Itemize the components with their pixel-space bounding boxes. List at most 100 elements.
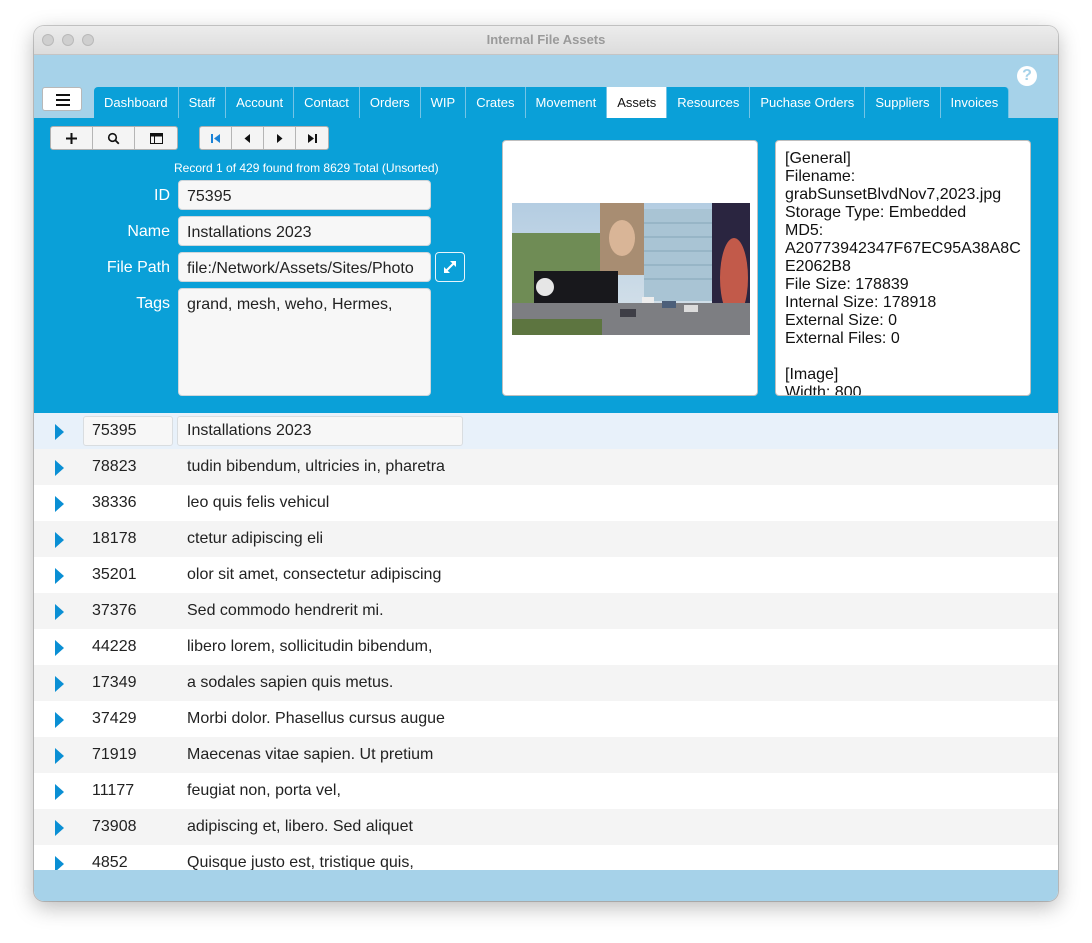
tab-staff[interactable]: Staff [178,87,227,118]
list-row[interactable]: 44228 libero lorem, sollicitudin bibendum… [34,629,1058,665]
row-name: leo quis felis vehicul [187,494,330,511]
tab-assets[interactable]: Assets [607,87,668,118]
list-row[interactable]: 37429 Morbi dolor. Phasellus cursus augue [34,701,1058,737]
file-info-line: External Size: 0 [785,312,898,329]
plus-icon [66,132,77,144]
file-path-field[interactable]: file:/Network/Assets/Sites/Photo [178,252,431,282]
find-button[interactable] [93,127,135,149]
list-row[interactable]: 18178 ctetur adipiscing eli [34,521,1058,557]
tab-orders[interactable]: Orders [359,87,421,118]
asset-photo [512,203,750,335]
file-info-line: [General] [785,150,851,167]
list-row[interactable]: 75395 Installations 2023 [34,413,1058,449]
row-go-arrow-icon[interactable] [55,604,64,620]
app-window: Internal File Assets Dashboard Staff Accou… [34,26,1058,901]
table-view-button[interactable] [135,127,177,149]
help-icon[interactable]: ? [1017,66,1037,86]
row-name: libero lorem, sollicitudin bibendum, [187,638,433,655]
tab-suppliers[interactable]: Suppliers [865,87,941,118]
record-count: Record 1 of 429 found from 8629 Total (U… [174,161,439,175]
row-go-arrow-icon[interactable] [55,820,64,836]
file-info-line: [Image] [785,366,839,383]
window-title: Internal File Assets [486,32,606,47]
row-id: 71919 [92,746,137,763]
file-info-line: grabSunsetBlvdNov7,2023.jpg [785,186,1002,203]
open-file-path-button[interactable] [435,252,465,282]
tab-crates[interactable]: Crates [466,87,526,118]
row-go-arrow-icon[interactable] [55,496,64,512]
photo-thumbnail [512,203,750,335]
next-record-button[interactable] [264,127,296,149]
tab-wip[interactable]: WIP [420,87,467,118]
row-id: 73908 [92,818,137,835]
row-go-arrow-icon[interactable] [55,712,64,728]
row-go-arrow-icon[interactable] [55,856,64,870]
table-view-icon [149,132,163,144]
first-record-button[interactable] [200,127,232,149]
tab-contact[interactable]: Contact [294,87,360,118]
file-info-line: Width: 800 [785,384,862,396]
previous-record-icon [244,133,250,143]
file-info-line: A20773942347F67EC95A38A8CE2062B8 [785,240,1021,275]
tags-field[interactable]: grand, mesh, weho, Hermes, [178,288,431,396]
list-row[interactable]: 11177 feugiat non, porta vel, [34,773,1058,809]
tab-dashboard[interactable]: Dashboard [94,87,179,118]
row-go-arrow-icon[interactable] [55,568,64,584]
row-id: 37429 [92,710,137,727]
row-go-arrow-icon[interactable] [55,748,64,764]
row-name: olor sit amet, consectetur adipiscing [187,566,442,583]
new-record-button[interactable] [51,127,93,149]
first-record-icon [211,133,220,143]
navigation-bar: Dashboard Staff Account Contact Orders WIP Cra… [34,55,1058,118]
hamburger-line [56,104,70,106]
list-row[interactable]: 37376 Sed commodo hendrerit mi. [34,593,1058,629]
title-bar: Internal File Assets [34,26,1058,55]
row-id: 38336 [92,494,137,511]
footer-bar [34,870,1058,901]
list-row[interactable]: 73908 adipiscing et, libero. Sed aliquet [34,809,1058,845]
row-name: Morbi dolor. Phasellus cursus augue [187,710,445,727]
row-name: tudin bibendum, ultricies in, pharetra [187,458,445,475]
tab-resources[interactable]: Resources [667,87,751,118]
row-id: 35201 [92,566,137,583]
tab-movement[interactable]: Movement [525,87,608,118]
hamburger-menu-button[interactable] [42,87,82,111]
row-go-arrow-icon[interactable] [55,676,64,692]
row-go-arrow-icon[interactable] [55,424,64,440]
asset-list: 75395 Installations 2023 78823 tudin bibend… [34,413,1058,870]
list-row[interactable]: 38336 leo quis felis vehicul [34,485,1058,521]
file-info-line: External Files: 0 [785,330,900,347]
tab-puchase-orders[interactable]: Puchase Orders [750,87,866,118]
row-id: 75395 [92,422,137,439]
record-actions-toolbar [50,126,178,150]
file-info-panel: [General] Filename: grabSunsetBlvdNov7,202… [775,140,1031,396]
list-row[interactable]: 71919 Maecenas vitae sapien. Ut pretium [34,737,1058,773]
list-row[interactable]: 35201 olor sit amet, consectetur adipisci… [34,557,1058,593]
record-detail-panel: Record 1 of 429 found from 8629 Total (U… [34,118,1058,413]
file-info-line: Internal Size: 178918 [785,294,937,311]
file-info-line: MD5: [785,222,824,239]
id-field[interactable]: 75395 [178,180,431,210]
row-name: Maecenas vitae sapien. Ut pretium [187,746,434,763]
tab-invoices[interactable]: Invoices [940,87,1010,118]
file-info-line: File Size: 178839 [785,276,909,293]
row-go-arrow-icon[interactable] [55,640,64,656]
list-row[interactable]: 4852 Quisque justo est, tristique quis, [34,845,1058,870]
row-id: 37376 [92,602,137,619]
last-record-button[interactable] [296,127,328,149]
name-field[interactable]: Installations 2023 [178,216,431,246]
row-id: 17349 [92,674,137,691]
list-row[interactable]: 17349 a sodales sapien quis metus. [34,665,1058,701]
row-go-arrow-icon[interactable] [55,532,64,548]
row-go-arrow-icon[interactable] [55,460,64,476]
row-id: 44228 [92,638,137,655]
previous-record-button[interactable] [232,127,264,149]
file-info-line [785,348,1025,366]
tab-account[interactable]: Account [226,87,295,118]
row-go-arrow-icon[interactable] [55,784,64,800]
row-name: Installations 2023 [187,422,312,439]
list-row[interactable]: 78823 tudin bibendum, ultricies in, phare… [34,449,1058,485]
row-name: Quisque justo est, tristique quis, [187,854,414,870]
file-info-text: [General] Filename: grabSunsetBlvdNov7,202… [785,150,1025,396]
tags-label: Tags [136,295,170,312]
